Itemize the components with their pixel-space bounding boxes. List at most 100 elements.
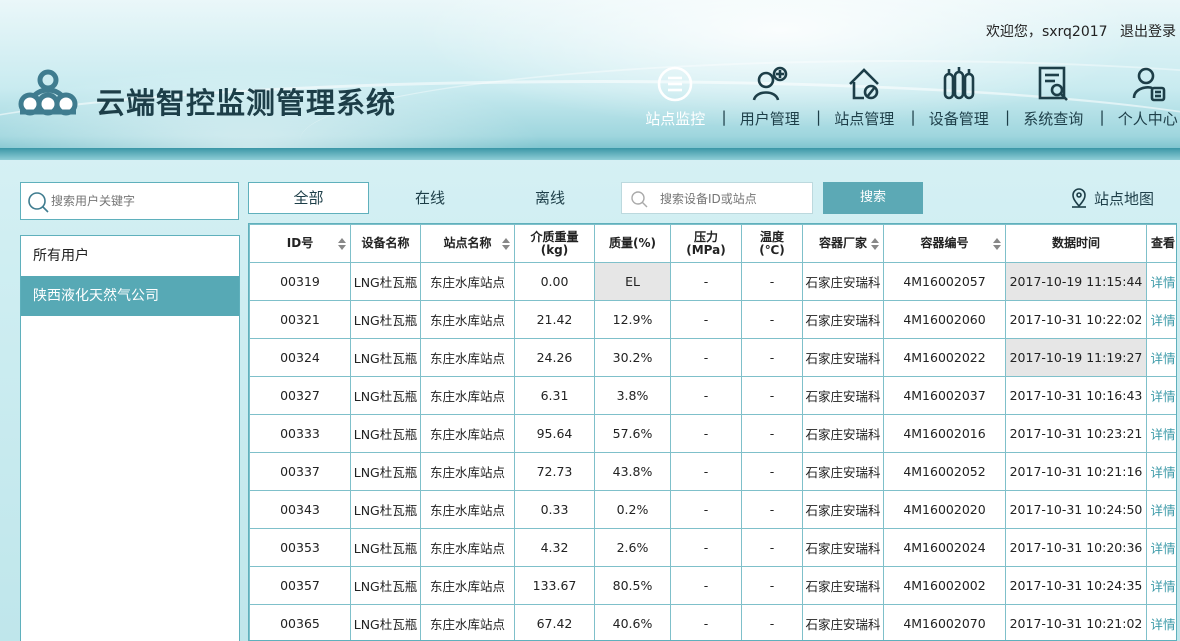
sort-icon[interactable] bbox=[871, 238, 879, 250]
cell-medium-weight: 0.00 bbox=[514, 262, 595, 301]
device-table-container: ID号 设备名称 站点名称 介质重量 (kg) 质量(%) 压力 (MPa) 温… bbox=[248, 223, 1177, 641]
cell-id: 00353 bbox=[249, 528, 351, 567]
cell-quality: 3.8% bbox=[594, 376, 671, 415]
cell-pressure: - bbox=[670, 452, 742, 491]
details-link[interactable]: 详情 bbox=[1146, 414, 1176, 453]
cell-manufacturer: 石家庄安瑞科 bbox=[802, 338, 884, 377]
table-row[interactable]: 00337 LNG杜瓦瓶 东庄水库站点 72.73 43.8% - - 石家庄安瑞科 4M160… bbox=[249, 452, 1176, 491]
cell-temperature: - bbox=[741, 604, 803, 640]
site-map-label: 站点地图 bbox=[1094, 190, 1155, 208]
details-link[interactable]: 详情 bbox=[1146, 376, 1176, 415]
cell-quality: 2.6% bbox=[594, 528, 671, 567]
user-list-item-all[interactable]: 所有用户 bbox=[21, 236, 239, 276]
cell-manufacturer: 石家庄安瑞科 bbox=[802, 300, 884, 339]
table-row[interactable]: 00333 LNG杜瓦瓶 东庄水库站点 95.64 57.6% - - 石家庄安瑞科 4M160… bbox=[249, 414, 1176, 453]
details-link[interactable]: 详情 bbox=[1146, 604, 1176, 640]
filter-all-button[interactable]: 全部 bbox=[248, 182, 369, 214]
cell-manufacturer: 石家庄安瑞科 bbox=[802, 528, 884, 567]
cell-data-time: 2017-10-31 10:21:02 bbox=[1005, 604, 1147, 640]
nav-item-user-management[interactable]: 用户管理 | bbox=[723, 64, 821, 134]
cell-pressure: - bbox=[670, 490, 742, 529]
table-row[interactable]: 00365 LNG杜瓦瓶 东庄水库站点 67.42 40.6% - - 石家庄安瑞科 4M160… bbox=[249, 604, 1176, 640]
filter-offline-button[interactable]: 离线 bbox=[490, 182, 610, 214]
cell-temperature: - bbox=[741, 490, 803, 529]
column-header-id[interactable]: ID号 bbox=[249, 224, 351, 263]
sort-icon[interactable] bbox=[338, 238, 346, 250]
cell-temperature: - bbox=[741, 566, 803, 605]
cell-device-name: LNG杜瓦瓶 bbox=[350, 452, 421, 491]
table-row[interactable]: 00353 LNG杜瓦瓶 东庄水库站点 4.32 2.6% - - 石家庄安瑞科 4M16002… bbox=[249, 528, 1176, 567]
user-list-panel: 所有用户 陕西液化天然气公司 bbox=[20, 235, 240, 641]
user-list-item-company[interactable]: 陕西液化天然气公司 bbox=[21, 276, 239, 316]
table-row[interactable]: 00319 LNG杜瓦瓶 东庄水库站点 0.00 EL - - 石家庄安瑞科 4M1600205… bbox=[249, 262, 1176, 301]
system-title: 云端智控监测管理系统 bbox=[96, 86, 397, 120]
user-add-icon bbox=[752, 66, 788, 101]
map-pin-icon bbox=[1072, 188, 1086, 208]
cell-medium-weight: 72.73 bbox=[514, 452, 595, 491]
header-divider bbox=[0, 148, 1180, 160]
welcome-area: 欢迎您，sxrq2017 退出登录 bbox=[980, 21, 1176, 41]
sort-icon[interactable] bbox=[502, 238, 510, 250]
cell-quality: 40.6% bbox=[594, 604, 671, 640]
table-row[interactable]: 00327 LNG杜瓦瓶 东庄水库站点 6.31 3.8% - - 石家庄安瑞科 4M16002… bbox=[249, 376, 1176, 415]
cell-pressure: - bbox=[670, 414, 742, 453]
cell-manufacturer: 石家庄安瑞科 bbox=[802, 490, 884, 529]
cell-data-time: 2017-10-19 11:15:44 bbox=[1005, 262, 1147, 301]
cell-medium-weight: 133.67 bbox=[514, 566, 595, 605]
column-header-site-name[interactable]: 站点名称 bbox=[420, 224, 515, 263]
nav-item-site-management[interactable]: 站点管理 | bbox=[817, 64, 916, 134]
filter-online-button[interactable]: 在线 bbox=[370, 182, 490, 214]
cell-id: 00343 bbox=[249, 490, 351, 529]
cell-site-name: 东庄水库站点 bbox=[420, 300, 515, 339]
column-header-temperature: 温度 (℃) bbox=[741, 224, 803, 263]
cell-device-name: LNG杜瓦瓶 bbox=[350, 376, 421, 415]
cell-medium-weight: 6.31 bbox=[514, 376, 595, 415]
table-row[interactable]: 00321 LNG杜瓦瓶 东庄水库站点 21.42 12.9% - - 石家庄安瑞科 4M160… bbox=[249, 300, 1176, 339]
details-link[interactable]: 详情 bbox=[1146, 490, 1176, 529]
cell-container-no: 4M16002022 bbox=[883, 338, 1006, 377]
details-link[interactable]: 详情 bbox=[1146, 338, 1176, 377]
cell-pressure: - bbox=[670, 528, 742, 567]
user-search-input[interactable] bbox=[51, 189, 231, 213]
nav-item-system-query[interactable]: 系统查询 | bbox=[1006, 64, 1105, 134]
details-link[interactable]: 详情 bbox=[1146, 528, 1176, 567]
cell-device-name: LNG杜瓦瓶 bbox=[350, 490, 421, 529]
cell-container-no: 4M16002060 bbox=[883, 300, 1006, 339]
details-link[interactable]: 详情 bbox=[1146, 566, 1176, 605]
cell-device-name: LNG杜瓦瓶 bbox=[350, 604, 421, 640]
cell-temperature: - bbox=[741, 262, 803, 301]
nav-label: 设备管理 bbox=[928, 110, 989, 128]
sort-icon[interactable] bbox=[993, 238, 1001, 250]
search-icon bbox=[28, 192, 49, 213]
cell-data-time: 2017-10-31 10:23:21 bbox=[1005, 414, 1147, 453]
column-header-container-no[interactable]: 容器编号 bbox=[883, 224, 1006, 263]
cell-temperature: - bbox=[741, 414, 803, 453]
column-header-manufacturer[interactable]: 容器厂家 bbox=[802, 224, 884, 263]
cell-data-time: 2017-10-31 10:16:43 bbox=[1005, 376, 1147, 415]
table-row[interactable]: 00343 LNG杜瓦瓶 东庄水库站点 0.33 0.2% - - 石家庄安瑞科 4M16002… bbox=[249, 490, 1176, 529]
monitor-list-icon bbox=[657, 66, 693, 102]
cell-id: 00337 bbox=[249, 452, 351, 491]
cell-quality: 12.9% bbox=[594, 300, 671, 339]
nav-item-personal-center[interactable]: 个人中心 bbox=[1101, 64, 1180, 134]
search-icon bbox=[631, 191, 648, 208]
cell-pressure: - bbox=[670, 300, 742, 339]
nav-item-site-monitor[interactable]: 站点监控 | bbox=[628, 64, 727, 134]
site-map-link[interactable]: 站点地图 bbox=[1070, 188, 1154, 209]
nav-item-device-management[interactable]: 设备管理 | bbox=[912, 64, 1010, 134]
logout-link[interactable]: 退出登录 bbox=[1120, 24, 1176, 40]
cell-manufacturer: 石家庄安瑞科 bbox=[802, 376, 884, 415]
cell-medium-weight: 4.32 bbox=[514, 528, 595, 567]
cell-medium-weight: 24.26 bbox=[514, 338, 595, 377]
details-link[interactable]: 详情 bbox=[1146, 262, 1176, 301]
details-link[interactable]: 详情 bbox=[1146, 452, 1176, 491]
search-button[interactable]: 搜索 bbox=[823, 182, 923, 214]
cell-manufacturer: 石家庄安瑞科 bbox=[802, 452, 884, 491]
table-row[interactable]: 00357 LNG杜瓦瓶 东庄水库站点 133.67 80.5% - - 石家庄安瑞科 4M16… bbox=[249, 566, 1176, 605]
cell-site-name: 东庄水库站点 bbox=[420, 604, 515, 640]
device-search-input[interactable] bbox=[660, 188, 810, 210]
cell-temperature: - bbox=[741, 452, 803, 491]
details-link[interactable]: 详情 bbox=[1146, 300, 1176, 339]
cell-container-no: 4M16002016 bbox=[883, 414, 1006, 453]
table-row[interactable]: 00324 LNG杜瓦瓶 东庄水库站点 24.26 30.2% - - 石家庄安瑞科 4M160… bbox=[249, 338, 1176, 377]
